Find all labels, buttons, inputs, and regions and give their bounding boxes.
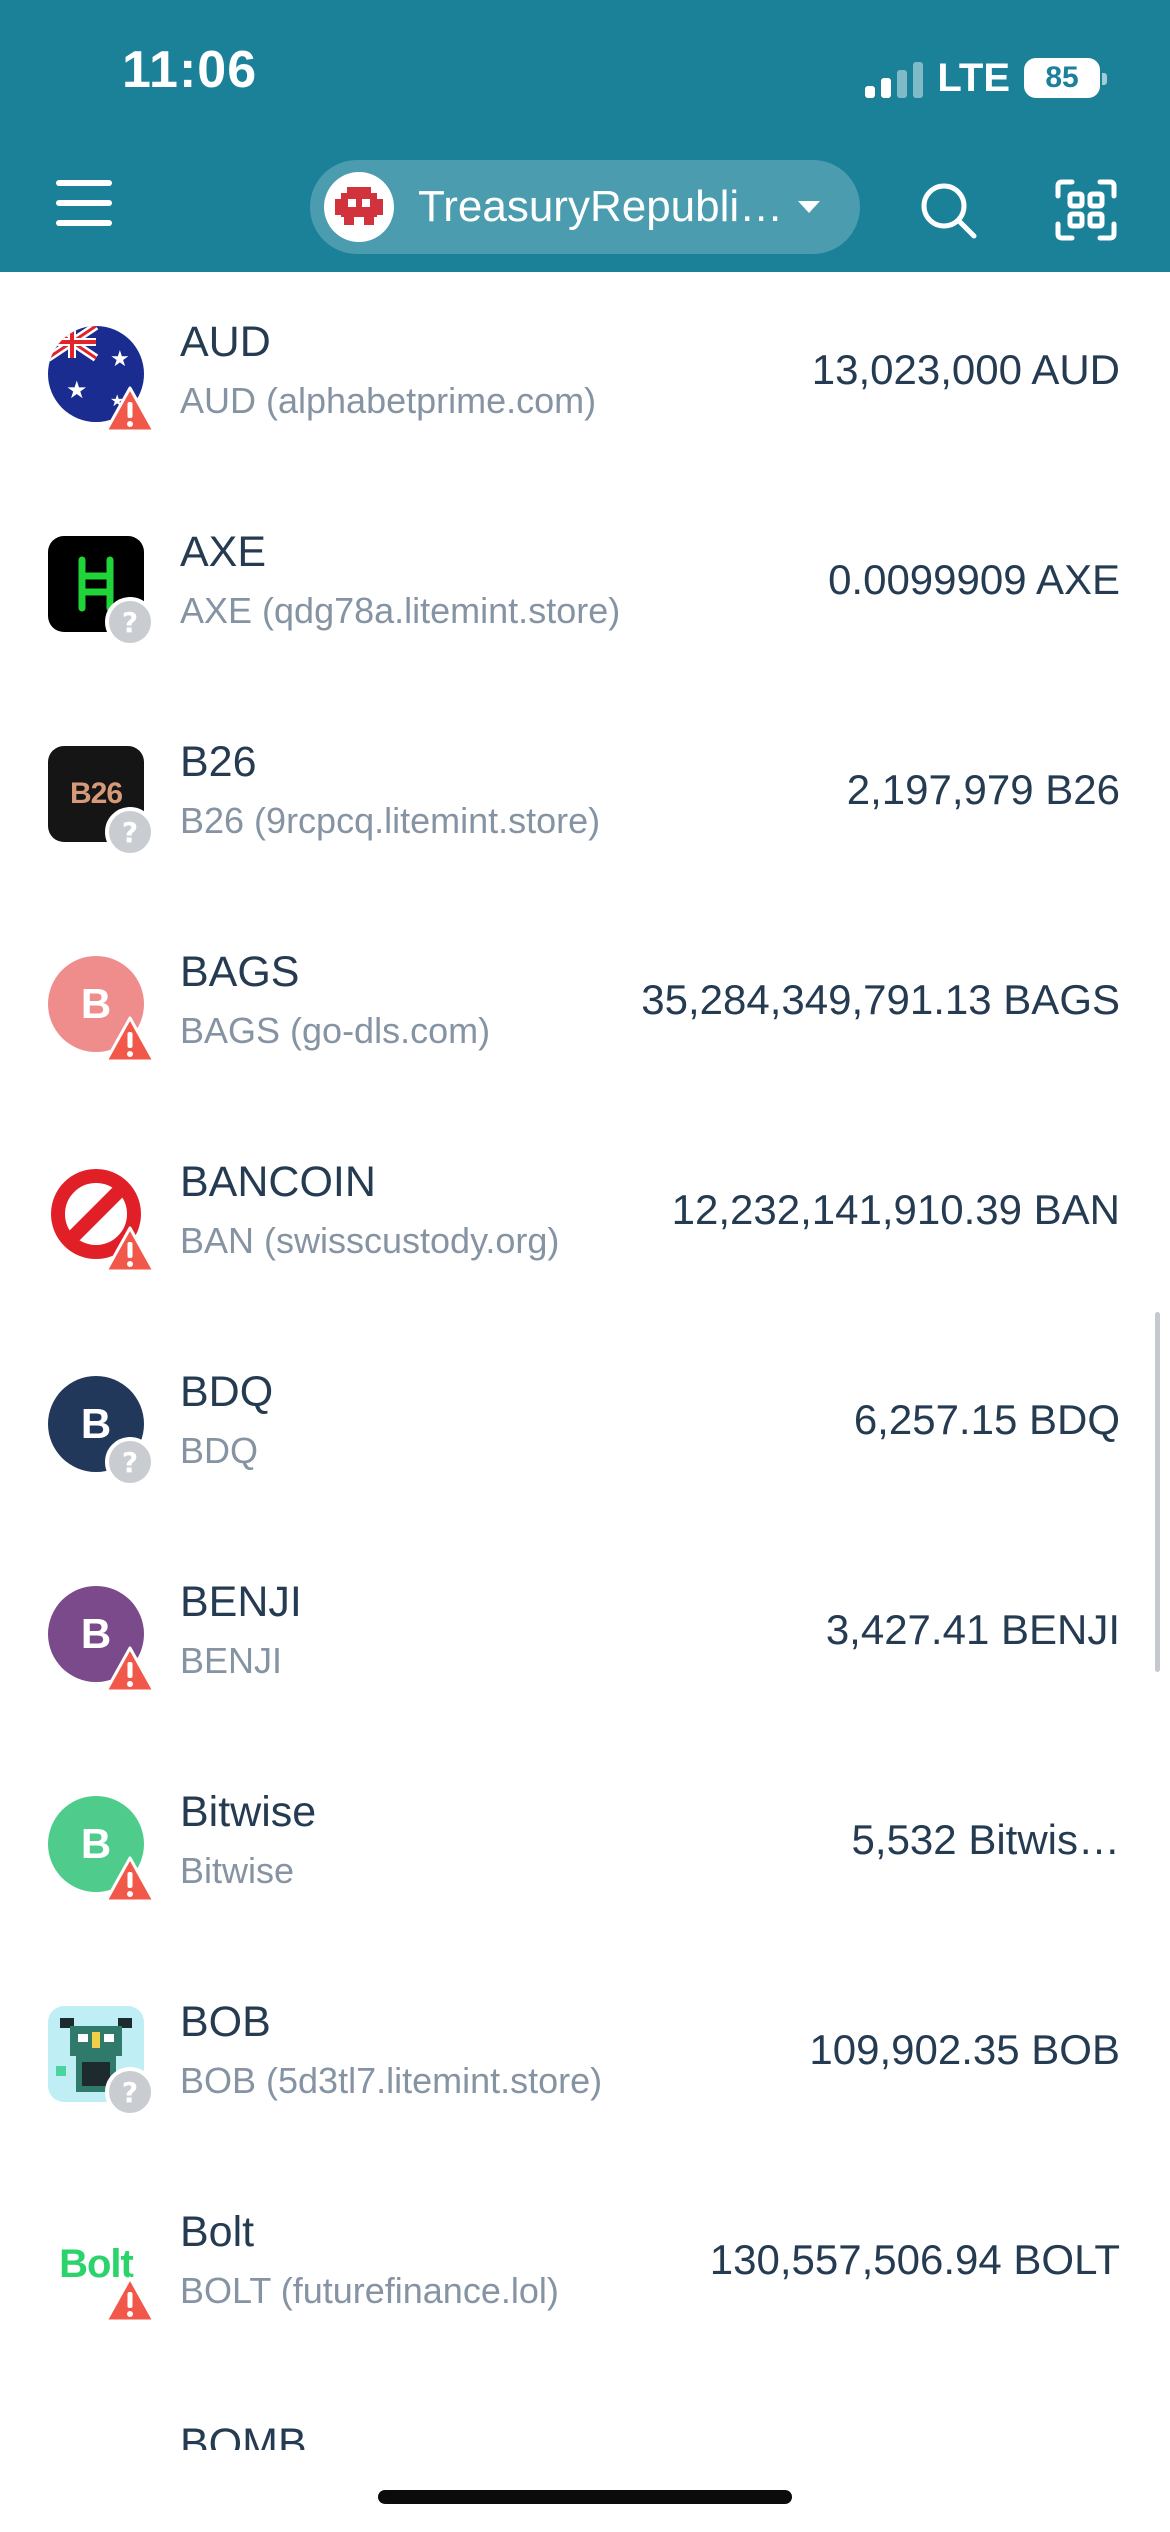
token-issuer: B26 (9rcpcq.litemint.store) <box>180 800 601 841</box>
token-issuer: BOLT (futurefinance.lol) <box>180 2270 559 2311</box>
token-row-bancoin[interactable]: BANCOIN BAN (swisscustody.org) 12,232,14… <box>0 1112 1170 1322</box>
hamburger-menu-icon[interactable] <box>56 180 112 228</box>
home-indicator[interactable] <box>378 2490 792 2504</box>
token-balance: 5,532 Bitwis… <box>851 1816 1120 1863</box>
svg-text:★: ★ <box>66 376 88 404</box>
token-balance: 35,284,349,791.13 BAGS <box>641 976 1120 1023</box>
token-name: Bitwise <box>180 1788 317 1836</box>
svg-text:★: ★ <box>110 347 130 372</box>
warning-icon <box>104 1226 156 1274</box>
token-balance: 12,232,141,910.39 BAN <box>671 1186 1120 1233</box>
token-name: B26 <box>180 738 257 786</box>
token-list: ★ ★ ★ AUD AUD (alphabetprime.com) 13,023… <box>0 272 1170 2372</box>
token-row-bob[interactable]: ? BOB BOB (5d3tl7.litemint.store) 109,90… <box>0 1952 1170 2162</box>
token-name: AXE <box>180 528 267 576</box>
search-icon[interactable] <box>908 170 988 250</box>
token-issuer: BENJI <box>180 1640 283 1681</box>
svg-text:?: ? <box>122 816 138 849</box>
token-issuer: AUD (alphabetprime.com) <box>180 380 597 421</box>
token-balance: 0.0099909 AXE <box>828 556 1120 603</box>
token-name: BAGS <box>180 948 300 996</box>
token-row-benji[interactable]: B BENJI BENJI 3,427.41 BENJI <box>0 1532 1170 1742</box>
token-row-axe[interactable]: ? AXE AXE (qdg78a.litemint.store) 0.0099… <box>0 482 1170 692</box>
token-issuer: BAGS (go-dls.com) <box>180 1010 491 1051</box>
warning-icon <box>104 2276 156 2324</box>
token-row-b26[interactable]: B26 ? B26 B26 (9rcpcq.litemint.store) 2,… <box>0 692 1170 902</box>
scrollbar[interactable] <box>1155 1312 1160 1672</box>
unknown-status-icon: ? <box>104 596 156 647</box>
token-row-aud[interactable]: ★ ★ ★ AUD AUD (alphabetprime.com) 13,023… <box>0 272 1170 482</box>
token-name: AUD <box>180 318 271 366</box>
account-selector[interactable]: TreasuryRepubli… <box>310 160 860 254</box>
warning-icon <box>104 1016 156 1064</box>
token-name: BOB <box>180 1998 271 2046</box>
token-issuer: Bitwise <box>180 1850 295 1891</box>
token-balance: 2,197,979 B26 <box>846 766 1120 813</box>
token-balance: 109,902.35 BOB <box>809 2026 1120 2073</box>
token-name-partial[interactable]: BOMB <box>180 2420 307 2450</box>
token-name: BENJI <box>180 1578 302 1626</box>
warning-icon <box>104 386 156 434</box>
battery-level: 85 <box>1045 61 1079 94</box>
token-row-bolt[interactable]: Bolt Bolt BOLT (futurefinance.lol) 130,5… <box>0 2162 1170 2372</box>
token-issuer: BOB (5d3tl7.litemint.store) <box>180 2060 603 2101</box>
token-issuer: BDQ <box>180 1430 259 1471</box>
token-balance: 3,427.41 BENJI <box>825 1606 1120 1653</box>
battery-icon: 85 <box>1024 58 1107 98</box>
network-label: LTE <box>937 55 1010 100</box>
unknown-status-icon: ? <box>104 1436 156 1487</box>
unknown-status-icon: ? <box>104 2066 156 2117</box>
warning-icon <box>104 1856 156 1904</box>
status-icons: LTE 85 <box>865 48 1107 108</box>
cellular-signal-icon <box>865 58 924 98</box>
status-time: 11:06 <box>122 41 258 99</box>
token-row-bdq[interactable]: B ? BDQ BDQ 6,257.15 BDQ <box>0 1322 1170 1532</box>
token-name: Bolt <box>180 2208 255 2256</box>
account-avatar-icon <box>324 172 394 242</box>
token-balance: 13,023,000 AUD <box>811 346 1120 393</box>
account-name: TreasuryRepubli… <box>418 182 784 231</box>
token-issuer: AXE (qdg78a.litemint.store) <box>180 590 621 631</box>
unknown-status-icon: ? <box>104 806 156 857</box>
svg-text:?: ? <box>122 606 138 639</box>
chevron-down-icon <box>798 201 820 213</box>
app-header: 11:06 LTE 85 TreasuryRepubli… <box>0 0 1170 272</box>
svg-text:?: ? <box>122 1446 138 1479</box>
token-issuer: BAN (swisscustody.org) <box>180 1220 560 1261</box>
token-row-bitwise[interactable]: B Bitwise Bitwise 5,532 Bitwis… <box>0 1742 1170 1952</box>
token-name: BDQ <box>180 1368 274 1416</box>
qr-scan-icon[interactable] <box>1046 170 1126 250</box>
warning-icon <box>104 1646 156 1694</box>
token-balance: 130,557,506.94 BOLT <box>709 2236 1120 2283</box>
token-balance: 6,257.15 BDQ <box>853 1396 1120 1443</box>
token-row-bags[interactable]: B BAGS BAGS (go-dls.com) 35,284,349,791.… <box>0 902 1170 1112</box>
svg-text:?: ? <box>122 2076 138 2109</box>
token-name: BANCOIN <box>180 1158 376 1206</box>
